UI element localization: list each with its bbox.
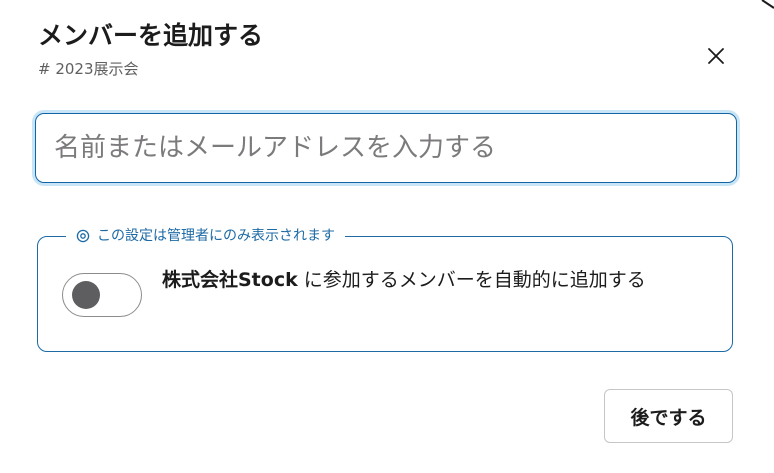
auto-add-toggle[interactable] bbox=[62, 273, 142, 317]
admin-only-notice: この設定は管理者にのみ表示されます bbox=[97, 228, 335, 244]
eye-icon bbox=[76, 229, 90, 243]
close-icon bbox=[708, 48, 724, 64]
auto-add-label: 株式会社Stock に参加するメンバーを自動的に追加する bbox=[162, 265, 710, 295]
later-button[interactable]: 後でする bbox=[604, 389, 733, 443]
admin-only-legend: この設定は管理者にのみ表示されます bbox=[66, 226, 345, 246]
auto-add-text: に参加するメンバーを自動的に追加する bbox=[297, 269, 646, 291]
dialog-title: メンバーを追加する bbox=[38, 21, 264, 50]
channel-name: # 2023展示会 bbox=[38, 60, 139, 78]
search-focus-ring bbox=[32, 110, 740, 186]
member-search-input[interactable] bbox=[35, 113, 737, 183]
org-name: 株式会社Stock bbox=[162, 269, 298, 291]
admin-only-section: この設定は管理者にのみ表示されます 株式会社Stock に参加するメンバーを自動… bbox=[37, 226, 733, 352]
corner-mark bbox=[761, 0, 774, 9]
add-members-dialog: メンバーを追加する # 2023展示会 この設定は管理者にのみ表示されます 株式… bbox=[0, 0, 774, 473]
close-button[interactable] bbox=[698, 38, 734, 74]
toggle-knob bbox=[72, 281, 100, 309]
